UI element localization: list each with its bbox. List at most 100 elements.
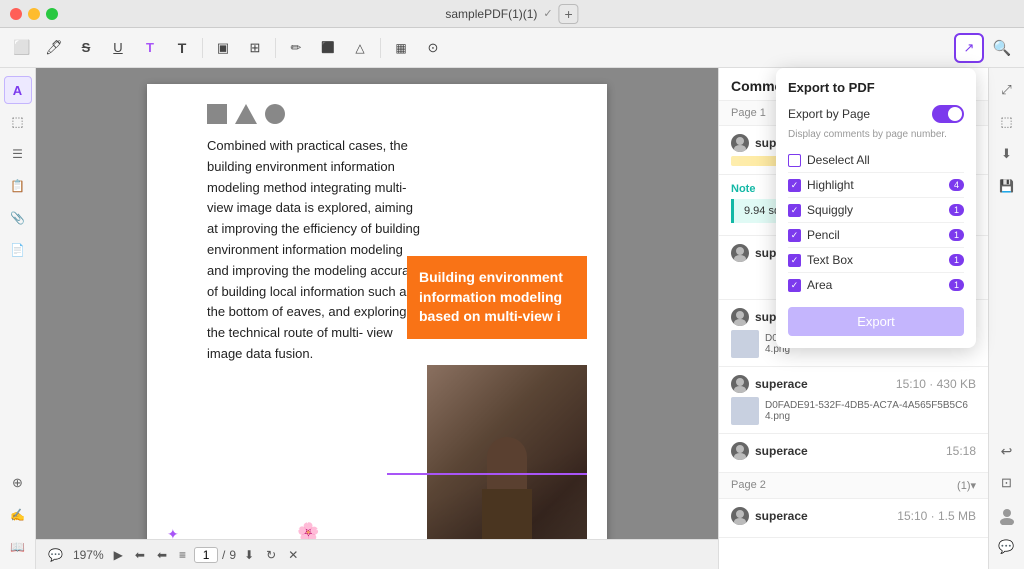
page-separator: / xyxy=(222,548,225,562)
link-btn[interactable]: ⊙ xyxy=(419,34,447,62)
user-5: superace xyxy=(755,377,808,391)
thumb-1 xyxy=(731,330,759,358)
attachments-btn[interactable]: 📎 xyxy=(4,204,32,232)
highlight-tool-btn[interactable]: A xyxy=(4,76,32,104)
avatar-4 xyxy=(731,308,749,326)
pencil-count: 1 xyxy=(949,229,964,241)
export-button[interactable]: Export xyxy=(788,307,964,336)
save-btn[interactable]: 💾 xyxy=(993,172,1021,200)
shape-square xyxy=(207,104,227,124)
sep2 xyxy=(275,38,276,58)
area-row[interactable]: ✓ Area 1 xyxy=(788,273,964,297)
align-left-btn[interactable]: ⬅ xyxy=(153,546,171,564)
squiggly-row[interactable]: ✓ Squiggly 1 xyxy=(788,198,964,223)
deselect-checkbox[interactable] xyxy=(788,154,801,167)
undo-btn[interactable]: ↩ xyxy=(993,437,1021,465)
window-controls[interactable] xyxy=(10,8,58,20)
attachment-row-2: D0FADE91-532F-4DB5-AC7A-4A565F5B5C64.png xyxy=(731,397,976,425)
add-tab-button[interactable]: + xyxy=(559,4,579,24)
text-highlight-btn[interactable]: T xyxy=(136,34,164,62)
window-title: samplePDF(1)(1) ✓ + xyxy=(445,4,578,24)
export-by-page-toggle[interactable] xyxy=(932,105,964,123)
bookmarks-btn[interactable]: ☰ xyxy=(4,140,32,168)
stamp-btn[interactable]: ⬛ xyxy=(314,34,342,62)
expand-btn[interactable]: ⤢ xyxy=(993,76,1021,104)
annotations-btn[interactable]: 📋 xyxy=(4,172,32,200)
area-count: 1 xyxy=(949,279,964,291)
user-6: superace xyxy=(755,444,808,458)
area-checkbox[interactable]: ✓ xyxy=(788,279,801,292)
right-sidebar: ⤢ ⬚ ⬇ 💾 ↩ ⊡ 💬 xyxy=(988,68,1024,569)
pdf-viewer[interactable]: Combined with practical cases, the build… xyxy=(36,68,718,569)
delete-btn[interactable]: ✕ xyxy=(284,546,302,564)
orange-highlight-box: Building environmentinformation modeling… xyxy=(407,256,587,339)
pencil-row[interactable]: ✓ Pencil 1 xyxy=(788,223,964,248)
shape-btn[interactable]: △ xyxy=(346,34,374,62)
pencil-btn[interactable]: 🖊 xyxy=(40,34,68,62)
forms-btn[interactable]: 📄 xyxy=(4,236,32,264)
export-by-page-sub: Display comments by page number. xyxy=(788,129,964,140)
page-view-btn[interactable]: ⬜ xyxy=(8,34,36,62)
annotation-arrow xyxy=(387,473,587,475)
comment-header-5: superace 15:10 · 430 KB xyxy=(731,375,976,393)
maximize-dot[interactable] xyxy=(46,8,58,20)
layers-btn[interactable]: ⊕ xyxy=(4,469,32,497)
filename-label: samplePDF(1)(1) xyxy=(445,7,537,21)
shape-circle xyxy=(265,104,285,124)
zoom-in-btn[interactable]: ▶ xyxy=(110,546,127,564)
comment-btn[interactable]: 💬 xyxy=(44,546,67,564)
pages-panel-btn[interactable]: ⬚ xyxy=(993,108,1021,136)
current-page-input[interactable] xyxy=(194,547,218,563)
export-pdf-button[interactable]: ↗ xyxy=(954,33,984,63)
download-btn[interactable]: ⬇ xyxy=(993,140,1021,168)
squiggly-checkbox[interactable]: ✓ xyxy=(788,204,801,217)
shape-triangle xyxy=(235,104,257,124)
align-center-btn[interactable]: ≡ xyxy=(175,546,190,564)
time-p2: 15:10 · 1.5 MB xyxy=(897,509,976,523)
settings-btn[interactable]: ⊡ xyxy=(993,469,1021,497)
user-profile-btn[interactable] xyxy=(993,501,1021,529)
highlight-row[interactable]: ✓ Highlight 4 xyxy=(788,173,964,198)
deselect-all-row[interactable]: Deselect All xyxy=(788,148,964,173)
comment-item-page2[interactable]: superace 15:10 · 1.5 MB xyxy=(719,499,988,538)
area-label: Area xyxy=(807,278,832,292)
grid-btn[interactable]: ⊞ xyxy=(241,34,269,62)
text-btn[interactable]: T xyxy=(168,34,196,62)
comment-item-6[interactable]: superace 15:18 xyxy=(719,434,988,473)
minimize-dot[interactable] xyxy=(28,8,40,20)
avatar-1 xyxy=(731,134,749,152)
titlebar: samplePDF(1)(1) ✓ + xyxy=(0,0,1024,28)
avatar-6 xyxy=(731,442,749,460)
textbox-label: Text Box xyxy=(807,253,853,267)
strikethrough-btn[interactable]: S xyxy=(72,34,100,62)
search-btn[interactable]: 🔍 xyxy=(988,34,1016,62)
support-btn[interactable]: 💬 xyxy=(993,533,1021,561)
page2-count: (1)▾ xyxy=(957,479,976,492)
filename-2: D0FADE91-532F-4DB5-AC7A-4A565F5B5C64.png xyxy=(765,400,976,422)
highlight-checkbox[interactable]: ✓ xyxy=(788,179,801,192)
rotate-btn[interactable]: ↻ xyxy=(262,546,280,564)
close-dot[interactable] xyxy=(10,8,22,20)
comment-header-p2: superace 15:10 · 1.5 MB xyxy=(731,507,976,525)
pages-nav-btn[interactable]: 📖 xyxy=(4,533,32,561)
draw-btn[interactable]: ✏ xyxy=(282,34,310,62)
avatar-p2 xyxy=(731,507,749,525)
underline-btn[interactable]: U xyxy=(104,34,132,62)
box-btn[interactable]: ▣ xyxy=(209,34,237,62)
deselect-all-label: Deselect All xyxy=(807,153,870,167)
page2-label: Page 2 (1)▾ xyxy=(719,473,988,499)
sign-btn[interactable]: ✍ xyxy=(4,501,32,529)
note-label: Note xyxy=(731,183,755,195)
textbox-row[interactable]: ✓ Text Box 1 xyxy=(788,248,964,273)
avatar-5 xyxy=(731,375,749,393)
export-pdf-popup: Export to PDF Export by Page Display com… xyxy=(776,68,976,348)
prev-page-btn[interactable]: ⬅ xyxy=(131,546,149,564)
comment-item-attachment2[interactable]: superace 15:10 · 430 KB D0FADE91-532F-4D… xyxy=(719,367,988,434)
chart-btn[interactable]: ▦ xyxy=(387,34,415,62)
pdf-shapes xyxy=(207,104,587,124)
pencil-checkbox[interactable]: ✓ xyxy=(788,229,801,242)
textbox-checkbox[interactable]: ✓ xyxy=(788,254,801,267)
highlight-label: Highlight xyxy=(807,178,854,192)
thumbnail-btn[interactable]: ⬚ xyxy=(4,108,32,136)
next-page-btn[interactable]: ⬇ xyxy=(240,546,258,564)
